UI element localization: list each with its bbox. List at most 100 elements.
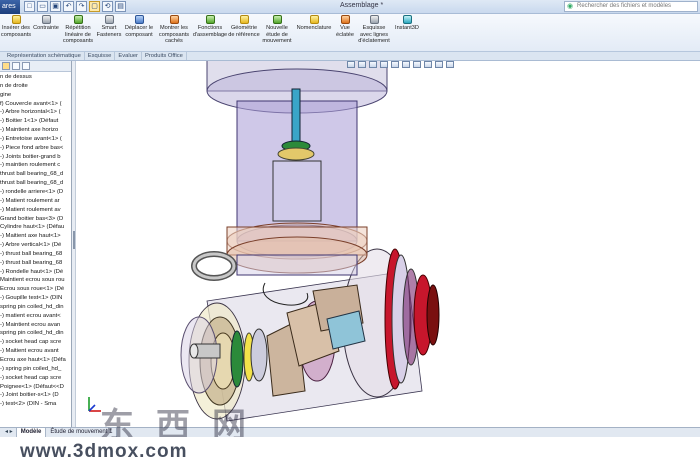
redo-icon[interactable]: ↷: [76, 1, 87, 12]
section-view-icon[interactable]: [380, 61, 388, 68]
open-document-icon[interactable]: ▭: [37, 1, 48, 12]
tree-item[interactable]: -) maintien roulement c: [0, 161, 71, 170]
application-menu-button[interactable]: ares: [0, 0, 20, 14]
tree-toolbar: [0, 61, 71, 72]
show-hidden-icon: [169, 15, 179, 24]
title-bar: ares □ ▭ ▣ ↶ ↷ ▢ ⟲ ▤ Assemblage * ◉ Rech…: [0, 0, 700, 14]
linear-pattern-icon: [73, 15, 83, 24]
search-input[interactable]: ◉ Rechercher des fichiers et modèles: [564, 1, 698, 12]
tab-sketch[interactable]: Esquisse: [85, 52, 116, 60]
assembly-model[interactable]: [77, 61, 700, 427]
tree-item[interactable]: -) Entretoise avant<1> (: [0, 135, 71, 144]
quick-access-toolbar: □ ▭ ▣ ↶ ↷ ▢ ⟲ ▤: [24, 1, 126, 13]
tree-list: n de dessus n de droite gine f) Couvercle a…: [0, 72, 71, 409]
tree-item[interactable]: -) Maitient ecrou avant: [0, 347, 71, 356]
move-component-button[interactable]: Déplacer le composant: [122, 14, 156, 38]
tree-item[interactable]: -) Boitier 1<1> (Défaut: [0, 117, 71, 126]
tree-item[interactable]: Grand boitier bas<3> (D: [0, 215, 71, 224]
instant3d-button[interactable]: Instant3D: [392, 14, 422, 32]
bill-of-materials-button[interactable]: Nomenclature: [294, 14, 334, 32]
property-manager-icon[interactable]: [12, 62, 20, 70]
save-icon[interactable]: ▣: [50, 1, 61, 12]
exploded-view-icon: [340, 15, 350, 24]
tree-item[interactable]: Poignee<1> (Défaut<<D: [0, 383, 71, 392]
options-icon[interactable]: ▤: [115, 1, 126, 12]
tree-item[interactable]: -) socket head cap scre: [0, 338, 71, 347]
new-motion-study-button[interactable]: Nouvelle étude de mouvement: [260, 14, 294, 45]
tree-item[interactable]: -) matient ecrou avant<: [0, 312, 71, 321]
bom-icon: [309, 15, 319, 24]
tree-item[interactable]: -) spring pin coiled_hd_: [0, 365, 71, 374]
reference-geometry-button[interactable]: Géométrie de référence: [228, 14, 260, 38]
view-settings-icon[interactable]: [446, 61, 454, 68]
configuration-manager-icon[interactable]: [22, 62, 30, 70]
zoom-area-icon[interactable]: [358, 61, 366, 68]
graphics-viewport[interactable]: [77, 61, 700, 427]
rebuild-icon[interactable]: ⟲: [102, 1, 113, 12]
tree-item[interactable]: spring pin coiled_hd_din: [0, 329, 71, 338]
tree-item[interactable]: f) Couvercle avant<1> (: [0, 100, 71, 109]
view-orientation-icon[interactable]: [391, 61, 399, 68]
tab-evaluate[interactable]: Evaluer: [115, 52, 142, 60]
tree-item[interactable]: n de dessus: [0, 73, 71, 82]
heads-up-view-toolbar: [347, 61, 454, 70]
undo-icon[interactable]: ↶: [63, 1, 74, 12]
exploded-view-button[interactable]: Vue éclatée: [334, 14, 356, 38]
new-document-icon[interactable]: □: [24, 1, 35, 12]
tree-item[interactable]: -) Matient roulement av: [0, 206, 71, 215]
tree-item[interactable]: -) Maitient axe haut<1>: [0, 232, 71, 241]
tree-item[interactable]: Ecrou axe haut<1> (Défa: [0, 356, 71, 365]
tree-item[interactable]: thrust ball bearing_68_d: [0, 170, 71, 179]
tree-item[interactable]: -) test<2> (DIN - Sma: [0, 400, 71, 409]
tree-item[interactable]: gine: [0, 91, 71, 100]
tab-office-products[interactable]: Produits Office: [142, 52, 187, 60]
tree-item[interactable]: -) thrust ball bearing_68: [0, 259, 71, 268]
tree-item[interactable]: -) Rondelle haut<1> (Dé: [0, 268, 71, 277]
previous-view-icon[interactable]: [369, 61, 377, 68]
tree-item[interactable]: -) Maintient ecrou avan: [0, 321, 71, 330]
smart-fasteners-button[interactable]: Smart Fasteners: [96, 14, 122, 38]
tree-item[interactable]: Maintient ecrou sous rou: [0, 276, 71, 285]
tree-item[interactable]: n de droite: [0, 82, 71, 91]
motion-study-icon: [272, 15, 282, 24]
tree-item[interactable]: Ecrou sous roue<1> (Dé: [0, 285, 71, 294]
tree-item[interactable]: spring pin coiled_hd_din: [0, 303, 71, 312]
smart-fasteners-icon: [104, 15, 114, 24]
tree-item[interactable]: -) Maintient axe horizo: [0, 126, 71, 135]
command-manager-ribbon: Insérer des composants Contrainte Répéti…: [0, 14, 700, 52]
tab-schematic[interactable]: Représentation schématique: [4, 52, 85, 60]
tree-item[interactable]: -) thrust ball bearing_68: [0, 250, 71, 259]
tree-item[interactable]: -) Joints boitier-grand b: [0, 153, 71, 162]
tree-item[interactable]: -) socket head cap scre: [0, 374, 71, 383]
select-icon[interactable]: ▢: [89, 1, 100, 12]
tree-item[interactable]: -) Joint boitier-s<1> (D: [0, 391, 71, 400]
instant3d-icon: [402, 15, 412, 24]
insert-components-button[interactable]: Insérer des composants: [0, 14, 32, 38]
show-hidden-components-button[interactable]: Montrer les composants cachés: [156, 14, 192, 45]
apply-scene-icon[interactable]: [435, 61, 443, 68]
tree-item[interactable]: -) rondelle arriere<1> (D: [0, 188, 71, 197]
hide-show-items-icon[interactable]: [413, 61, 421, 68]
window-title: Assemblage *: [340, 2, 384, 9]
panel-splitter[interactable]: [72, 61, 76, 427]
display-style-icon[interactable]: [402, 61, 410, 68]
tree-item[interactable]: -) Arbre horizontal<1> (: [0, 108, 71, 117]
search-placeholder: Rechercher des fichiers et modèles: [577, 3, 672, 9]
tree-item[interactable]: Cylindre haut<1> (Défau: [0, 223, 71, 232]
tree-item[interactable]: -) Goupille test<1> (DIN: [0, 294, 71, 303]
zoom-to-fit-icon[interactable]: [347, 61, 355, 68]
insert-components-icon: [11, 15, 21, 24]
tree-item[interactable]: -) Piece fond arbre bas<: [0, 144, 71, 153]
tree-item[interactable]: -) Matient roulement ar: [0, 197, 71, 206]
linear-pattern-button[interactable]: Répétition linéaire de composants: [60, 14, 96, 45]
feature-manager-icon[interactable]: [2, 62, 10, 70]
command-manager-tabs: Représentation schématique Esquisse Eval…: [0, 52, 700, 61]
tree-item[interactable]: -) Arbre vertical<1> (Dé: [0, 241, 71, 250]
tab-model[interactable]: Modèle: [16, 428, 47, 437]
mate-button[interactable]: Contrainte: [32, 14, 60, 32]
edit-appearance-icon[interactable]: [424, 61, 432, 68]
tree-item[interactable]: thrust ball bearing_68_d: [0, 179, 71, 188]
tab-scroll-arrows[interactable]: ◂ ▸: [2, 428, 17, 437]
explode-line-sketch-button[interactable]: Esquisse avec lignes d'éclatement: [356, 14, 392, 45]
assembly-features-button[interactable]: Fonctions d'assemblage: [192, 14, 228, 38]
